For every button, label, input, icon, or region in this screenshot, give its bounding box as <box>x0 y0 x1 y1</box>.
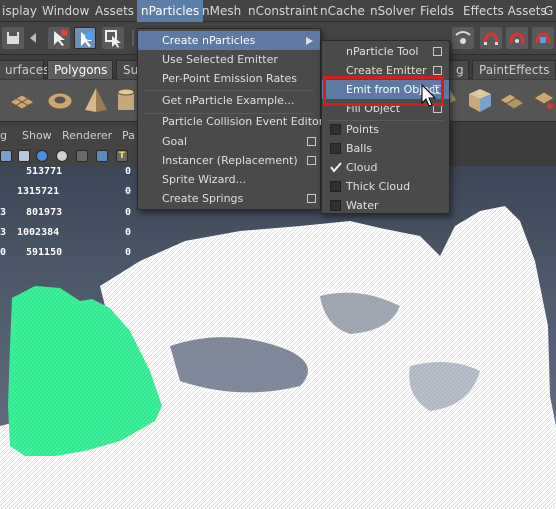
menu-item-cloud[interactable]: Cloud <box>322 158 449 177</box>
default-material-icon[interactable] <box>56 150 68 162</box>
option-box-icon[interactable] <box>307 194 316 203</box>
panel-menu-show[interactable]: Show <box>22 129 52 142</box>
tab-subdivs[interactable]: Su <box>116 60 138 79</box>
wireframe-icon[interactable] <box>0 150 12 162</box>
texture-icon[interactable]: T <box>116 150 128 162</box>
select-by-component-icon[interactable] <box>102 27 124 49</box>
menu-item-nparticle-tool[interactable]: nParticle Tool <box>322 42 449 61</box>
tab-painteffects[interactable]: PaintEffects <box>472 60 556 79</box>
smooth-shade-icon[interactable] <box>36 150 48 162</box>
arrow-pointer-icon <box>421 84 437 107</box>
xray-icon[interactable] <box>76 150 88 162</box>
tab-surfaces[interactable]: urfaces <box>0 60 49 79</box>
create-nparticles-submenu: nParticle Tool Create Emitter Emit from … <box>321 40 450 214</box>
menu-nsolver[interactable]: nSolver <box>366 0 419 22</box>
menu-item-use-selected-emitter[interactable]: Use Selected Emitter <box>138 50 320 69</box>
menu-item-get-nparticle-example[interactable]: Get nParticle Example... <box>138 91 320 110</box>
snap-to-view-plane-icon[interactable] <box>532 27 554 49</box>
snap-to-curve-icon[interactable] <box>480 27 502 49</box>
hud-row: 513771 0 <box>26 166 132 177</box>
checkbox-icon[interactable] <box>330 124 341 135</box>
poly-cube-icon[interactable] <box>466 86 494 114</box>
save-scene-icon[interactable] <box>2 27 24 49</box>
poly-pyramid-icon[interactable] <box>82 86 110 114</box>
menu-nconstraint[interactable]: nConstraint <box>244 0 322 22</box>
main-menu-bar: isplay Window Assets nParticles nMesh nC… <box>0 0 556 22</box>
nparticles-menu: Create nParticles Use Selected Emitter P… <box>137 28 323 210</box>
option-box-icon[interactable] <box>307 156 316 165</box>
menu-effects-assets[interactable]: Effects Assets <box>459 0 551 22</box>
checkbox-icon[interactable] <box>330 200 341 211</box>
menu-item-goal[interactable]: Goal <box>138 132 320 151</box>
menu-overflow[interactable]: G <box>540 0 556 22</box>
menu-nmesh[interactable]: nMesh <box>198 0 245 22</box>
submenu-arrow-icon <box>306 37 313 45</box>
hud-row: 3 1002384 0 <box>0 227 132 238</box>
menu-item-thick-cloud[interactable]: Thick Cloud <box>322 177 449 196</box>
menu-window[interactable]: Window <box>38 0 93 22</box>
poly-tiles-icon[interactable] <box>498 86 526 114</box>
tab-rigging[interactable]: g <box>449 60 469 79</box>
viewport-panel-bar: g Show Renderer Pa T <box>0 126 140 166</box>
option-box-icon[interactable] <box>307 137 316 146</box>
menu-item-sprite-wizard[interactable]: Sprite Wizard... <box>138 170 320 189</box>
menu-ncache[interactable]: nCache <box>316 0 369 22</box>
option-box-icon[interactable] <box>433 66 442 75</box>
hud-row: 1315721 0 <box>17 186 132 197</box>
option-box-icon[interactable] <box>433 47 442 56</box>
poly-mesh-icon[interactable] <box>530 86 556 114</box>
check-mark-icon <box>330 162 342 173</box>
menu-item-instancer-replacement[interactable]: Instancer (Replacement) <box>138 151 320 170</box>
hud-row: 0 591150 0 <box>0 247 132 258</box>
shadows-icon[interactable] <box>96 150 108 162</box>
menu-item-points[interactable]: Points <box>322 120 449 139</box>
poly-plane-icon[interactable] <box>8 86 36 114</box>
checkbox-icon[interactable] <box>330 181 341 192</box>
tab-polygons[interactable]: Polygons <box>47 60 113 79</box>
collapse-handle-icon[interactable] <box>28 27 38 49</box>
poly-pipe-icon[interactable] <box>116 86 136 114</box>
heads-up-display: 513771 0 1315721 0 3 801973 0 3 1002384 … <box>0 166 140 261</box>
menu-item-balls[interactable]: Balls <box>322 139 449 158</box>
panel-menu-renderer[interactable]: Renderer <box>62 129 112 142</box>
poly-torus-icon[interactable] <box>46 86 74 114</box>
menu-item-create-springs[interactable]: Create Springs <box>138 189 320 208</box>
menu-fields[interactable]: Fields <box>416 0 458 22</box>
select-by-object-type-icon[interactable] <box>74 27 96 49</box>
grid-shade-icon[interactable] <box>18 150 30 162</box>
panel-menu-panels[interactable]: Pa <box>122 129 135 142</box>
menu-nparticles[interactable]: nParticles <box>137 0 204 22</box>
snap-to-grid-icon[interactable] <box>452 27 474 49</box>
select-by-hierarchy-icon[interactable] <box>48 27 70 49</box>
menu-item-water[interactable]: Water <box>322 196 449 215</box>
panel-menu-shading[interactable]: g <box>0 129 7 142</box>
checkbox-icon[interactable] <box>330 143 341 154</box>
hud-row: 3 801973 0 <box>0 207 132 218</box>
menu-item-per-point-emission-rates[interactable]: Per-Point Emission Rates <box>138 69 320 88</box>
snap-to-point-icon[interactable] <box>506 27 528 49</box>
menu-item-particle-collision-event-editor[interactable]: Particle Collision Event Editor <box>138 112 323 131</box>
menu-display[interactable]: isplay <box>0 0 41 22</box>
menu-item-create-nparticles[interactable]: Create nParticles <box>138 31 320 50</box>
menu-assets[interactable]: Assets <box>91 0 138 22</box>
